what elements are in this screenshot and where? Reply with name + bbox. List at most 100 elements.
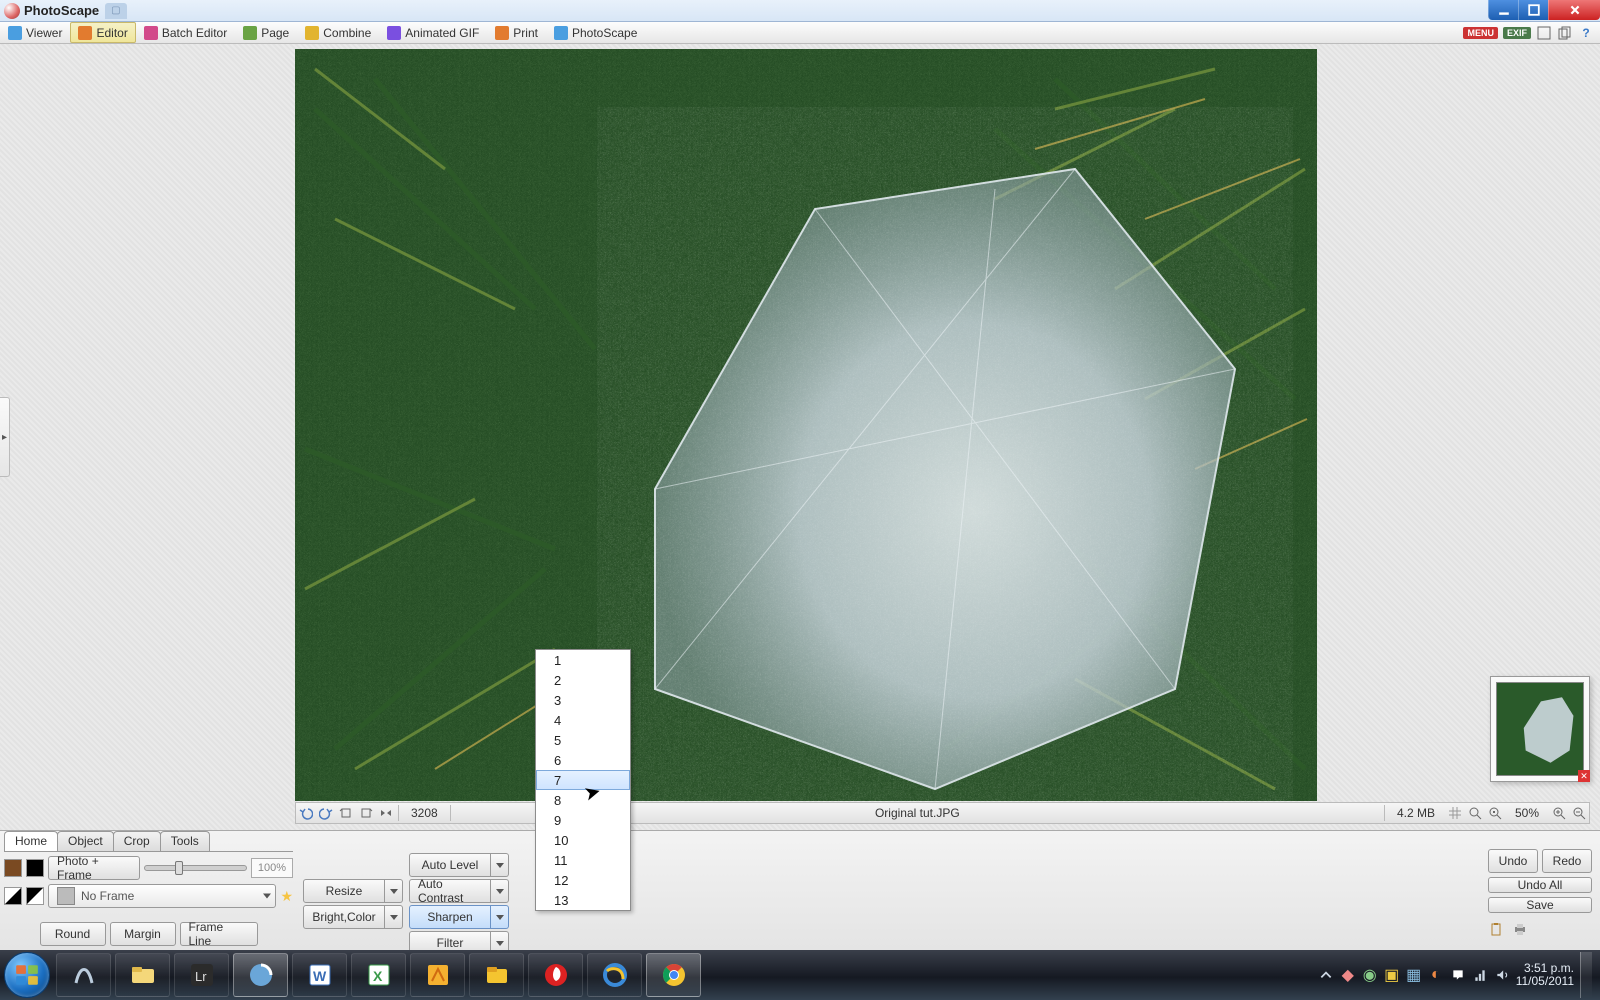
window-minimize-button[interactable]: [1488, 0, 1518, 20]
module-toolbar: Viewer Editor Batch Editor Page Combine …: [0, 22, 1600, 44]
tab-tools[interactable]: Tools: [160, 831, 210, 851]
module-label: PhotoScape: [572, 26, 637, 40]
round-button[interactable]: Round: [40, 922, 106, 946]
frame-line-button[interactable]: Frame Line: [180, 922, 258, 946]
taskbar-lightroom[interactable]: Lr: [174, 953, 229, 997]
tray-icon[interactable]: ◆: [1340, 967, 1356, 983]
color-swatch-brown[interactable]: [4, 859, 22, 877]
save-button[interactable]: Save: [1488, 897, 1592, 913]
grid-icon[interactable]: [1445, 803, 1465, 823]
zoom-fit-icon[interactable]: [1465, 803, 1485, 823]
print-icon[interactable]: [1512, 921, 1528, 937]
navigator-close-icon[interactable]: ✕: [1578, 770, 1590, 782]
taskbar-word[interactable]: W: [292, 953, 347, 997]
canvas-area: ▸: [0, 44, 1600, 830]
color-swatch-bw1[interactable]: [4, 887, 22, 905]
tab-object[interactable]: Object: [57, 831, 114, 851]
taskbar-excel[interactable]: X: [351, 953, 406, 997]
tray-show-hidden-icon[interactable]: [1318, 967, 1334, 983]
image-canvas[interactable]: [295, 49, 1317, 801]
auto-level-button[interactable]: Auto Level: [409, 853, 491, 877]
sharpen-dropdown[interactable]: [491, 905, 509, 929]
copy-icon[interactable]: [1557, 25, 1573, 41]
auto-contrast-button[interactable]: Auto Contrast: [409, 879, 491, 903]
redo-icon[interactable]: [316, 803, 336, 823]
sharpen-button[interactable]: Sharpen: [409, 905, 491, 929]
taskbar-explorer[interactable]: [115, 953, 170, 997]
tray-icon[interactable]: ◉: [1362, 967, 1378, 983]
module-label: Page: [261, 26, 289, 40]
tray-action-center-icon[interactable]: [1450, 967, 1466, 983]
sharpen-level-item[interactable]: 3: [536, 690, 630, 710]
rotate-right-icon[interactable]: [356, 803, 376, 823]
sidebar-expand-handle[interactable]: ▸: [0, 397, 10, 477]
taskbar-vodafone[interactable]: [528, 953, 583, 997]
resize-button[interactable]: Resize: [303, 879, 385, 903]
auto-level-dropdown[interactable]: [491, 853, 509, 877]
zoom-in-icon[interactable]: [1549, 803, 1569, 823]
tray-icon[interactable]: ▣: [1384, 967, 1400, 983]
window-maximize-button[interactable]: [1518, 0, 1548, 20]
opacity-slider[interactable]: [144, 865, 247, 871]
sharpen-level-item[interactable]: 4: [536, 710, 630, 730]
undo-all-button[interactable]: Undo All: [1488, 877, 1592, 893]
taskbar-app-8[interactable]: [469, 953, 524, 997]
menu-badge[interactable]: MENU: [1463, 27, 1498, 39]
resize-dropdown[interactable]: [385, 879, 403, 903]
frame-combo[interactable]: No Frame: [48, 884, 276, 908]
sharpen-level-item[interactable]: 10: [536, 830, 630, 850]
sharpen-level-item[interactable]: 11: [536, 850, 630, 870]
start-button[interactable]: [4, 952, 50, 998]
rotate-left-icon[interactable]: [336, 803, 356, 823]
window-close-button[interactable]: [1548, 0, 1600, 20]
bright-color-dropdown[interactable]: [385, 905, 403, 929]
margin-button[interactable]: Margin: [110, 922, 176, 946]
exif-badge[interactable]: EXIF: [1503, 27, 1531, 39]
photo-frame-button[interactable]: Photo + Frame: [48, 856, 140, 880]
module-page[interactable]: Page: [235, 22, 297, 43]
bright-color-button[interactable]: Bright,Color: [303, 905, 385, 929]
help-icon[interactable]: ?: [1578, 25, 1594, 41]
undo-button[interactable]: Undo: [1488, 849, 1538, 873]
flip-icon[interactable]: [376, 803, 396, 823]
module-animated-gif[interactable]: Animated GIF: [379, 22, 487, 43]
tray-icon[interactable]: ▦: [1406, 967, 1422, 983]
undo-icon[interactable]: [296, 803, 316, 823]
taskbar-chrome[interactable]: [646, 953, 701, 997]
favorite-frame-icon[interactable]: ★: [280, 888, 293, 905]
sharpen-level-item[interactable]: 13: [536, 890, 630, 910]
tray-clock[interactable]: 3:51 p.m. 11/05/2011: [1516, 962, 1574, 988]
taskbar-app-7[interactable]: [410, 953, 465, 997]
color-swatch-bw2[interactable]: [26, 887, 44, 905]
sharpen-level-item[interactable]: 6: [536, 750, 630, 770]
auto-contrast-dropdown[interactable]: [491, 879, 509, 903]
sharpen-level-item[interactable]: 1: [536, 650, 630, 670]
redo-button[interactable]: Redo: [1542, 849, 1592, 873]
tab-crop[interactable]: Crop: [113, 831, 161, 851]
zoom-actual-icon[interactable]: [1485, 803, 1505, 823]
module-batch-editor[interactable]: Batch Editor: [136, 22, 235, 43]
sharpen-level-item[interactable]: 12: [536, 870, 630, 890]
taskbar-ie[interactable]: [587, 953, 642, 997]
tray-volume-icon[interactable]: [1494, 967, 1510, 983]
module-editor[interactable]: Editor: [70, 22, 135, 43]
sharpen-level-item[interactable]: 2: [536, 670, 630, 690]
zoom-out-icon[interactable]: [1569, 803, 1589, 823]
fullscreen-icon[interactable]: [1536, 25, 1552, 41]
image-filesize: 4.2 MB: [1387, 806, 1445, 820]
tab-home[interactable]: Home: [4, 831, 58, 851]
tray-network-icon[interactable]: [1472, 967, 1488, 983]
navigator-thumbnail[interactable]: ✕: [1490, 676, 1590, 782]
sharpen-level-item[interactable]: 9: [536, 810, 630, 830]
color-swatch-black[interactable]: [26, 859, 44, 877]
module-viewer[interactable]: Viewer: [0, 22, 70, 43]
module-combine[interactable]: Combine: [297, 22, 379, 43]
sharpen-level-item[interactable]: 5: [536, 730, 630, 750]
taskbar-photoscape[interactable]: [233, 953, 288, 997]
tray-icon[interactable]: ◐: [1428, 967, 1444, 983]
module-print[interactable]: Print: [487, 22, 546, 43]
module-photoscape[interactable]: PhotoScape: [546, 22, 645, 43]
clipboard-icon[interactable]: [1488, 921, 1504, 937]
show-desktop-button[interactable]: [1580, 952, 1592, 998]
taskbar-app-1[interactable]: [56, 953, 111, 997]
